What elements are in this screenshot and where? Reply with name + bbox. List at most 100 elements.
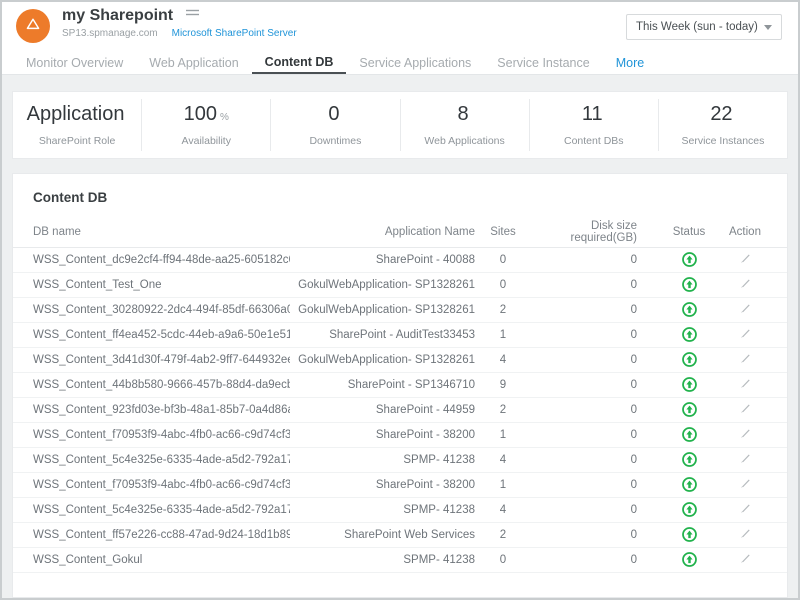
stat-sharepoint-role: Application SharePoint Role bbox=[13, 99, 141, 151]
edit-pencil-icon[interactable] bbox=[739, 302, 752, 315]
tab-monitor-overview[interactable]: Monitor Overview bbox=[13, 48, 136, 74]
sites-cell: 4 bbox=[475, 347, 531, 372]
disk-size-cell: 0 bbox=[531, 372, 661, 397]
action-cell bbox=[717, 472, 787, 497]
action-cell bbox=[717, 547, 787, 572]
table-row: WSS_Content_ff4ea452-5cdc-44eb-a9a6-50e1… bbox=[13, 322, 787, 347]
table-row: WSS_Content_5c4e325e-6335-4ade-a5d2-792a… bbox=[13, 447, 787, 472]
action-cell bbox=[717, 372, 787, 397]
stat-label: Downtimes bbox=[271, 135, 399, 147]
sites-cell: 9 bbox=[475, 372, 531, 397]
action-cell bbox=[717, 272, 787, 297]
table-row: WSS_Content_dc9e2cf4-ff94-48de-aa25-6051… bbox=[13, 247, 787, 272]
application-name-cell: SharePoint - SP1346710 bbox=[290, 372, 475, 397]
application-name-cell: GokulWebApplication- SP1328261 bbox=[290, 297, 475, 322]
disk-size-cell: 0 bbox=[531, 522, 661, 547]
status-up-icon bbox=[682, 327, 697, 342]
db-name-cell: WSS_Content_ff4ea452-5cdc-44eb-a9a6-50e1… bbox=[13, 322, 290, 347]
application-name-cell: SPMP- 41238 bbox=[290, 497, 475, 522]
status-up-icon bbox=[682, 352, 697, 367]
stat-value: 100% bbox=[142, 103, 270, 129]
edit-pencil-icon[interactable] bbox=[739, 452, 752, 465]
edit-pencil-icon[interactable] bbox=[739, 402, 752, 415]
table-row: WSS_Content_f70953f9-4abc-4fb0-ac66-c9d7… bbox=[13, 422, 787, 447]
stat-label: Content DBs bbox=[530, 135, 658, 147]
action-cell bbox=[717, 247, 787, 272]
status-cell bbox=[661, 522, 717, 547]
edit-pencil-icon[interactable] bbox=[739, 327, 752, 340]
status-cell bbox=[661, 497, 717, 522]
content-db-table: DB name Application Name Sites Disk size… bbox=[13, 217, 787, 573]
db-name-cell: WSS_Content_f70953f9-4abc-4fb0-ac66-c9d7… bbox=[13, 472, 290, 497]
stat-label: Service Instances bbox=[659, 135, 787, 147]
stat-value: 0 bbox=[271, 103, 399, 129]
application-name-cell: SharePoint Web Services bbox=[290, 522, 475, 547]
stat-availability: 100% Availability bbox=[141, 99, 270, 151]
tab-more[interactable]: More bbox=[603, 48, 657, 74]
monitor-host: SP13.spmanage.com bbox=[62, 28, 158, 39]
status-up-icon bbox=[682, 252, 697, 267]
sites-cell: 1 bbox=[475, 472, 531, 497]
application-name-cell: SharePoint - AuditTest33453 bbox=[290, 322, 475, 347]
sites-cell: 1 bbox=[475, 422, 531, 447]
sites-cell: 2 bbox=[475, 522, 531, 547]
action-cell bbox=[717, 297, 787, 322]
disk-size-cell: 0 bbox=[531, 322, 661, 347]
application-name-cell: SharePoint - 44959 bbox=[290, 397, 475, 422]
col-header-action: Action bbox=[717, 217, 787, 247]
edit-pencil-icon[interactable] bbox=[739, 552, 752, 565]
stat-content-dbs: 11 Content DBs bbox=[529, 99, 658, 151]
application-name-cell: SPMP- 41238 bbox=[290, 547, 475, 572]
time-range-dropdown[interactable]: This Week (sun - today) bbox=[626, 14, 782, 40]
stat-service-instances: 22 Service Instances bbox=[658, 99, 787, 151]
db-name-cell: WSS_Content_Gokul bbox=[13, 547, 290, 572]
action-cell bbox=[717, 347, 787, 372]
db-name-cell: WSS_Content_3d41d30f-479f-4ab2-9ff7-6449… bbox=[13, 347, 290, 372]
sites-cell: 1 bbox=[475, 322, 531, 347]
action-cell bbox=[717, 397, 787, 422]
disk-size-cell: 0 bbox=[531, 297, 661, 322]
app-window: my Sharepoint SP13.spmanage.comMicrosoft… bbox=[0, 0, 800, 600]
table-row: WSS_Content_30280922-2dc4-494f-85df-6630… bbox=[13, 297, 787, 322]
sites-cell: 0 bbox=[475, 272, 531, 297]
disk-size-cell: 0 bbox=[531, 447, 661, 472]
status-cell bbox=[661, 272, 717, 297]
status-up-icon bbox=[682, 552, 697, 567]
application-name-cell: SharePoint - 38200 bbox=[290, 422, 475, 447]
edit-pencil-icon[interactable] bbox=[739, 502, 752, 515]
content-db-panel: Content DB DB name Application Name Site… bbox=[12, 173, 788, 598]
disk-size-cell: 0 bbox=[531, 497, 661, 522]
stat-value: Application bbox=[13, 103, 141, 129]
col-header-application-name: Application Name bbox=[290, 217, 475, 247]
edit-pencil-icon[interactable] bbox=[739, 252, 752, 265]
tab-web-application[interactable]: Web Application bbox=[136, 48, 251, 74]
title-block: my Sharepoint SP13.spmanage.comMicrosoft… bbox=[62, 7, 297, 39]
edit-pencil-icon[interactable] bbox=[739, 377, 752, 390]
status-up-icon bbox=[682, 277, 697, 292]
edit-pencil-icon[interactable] bbox=[739, 527, 752, 540]
edit-pencil-icon[interactable] bbox=[739, 352, 752, 365]
status-cell bbox=[661, 472, 717, 497]
server-type-link[interactable]: Microsoft SharePoint Server bbox=[172, 28, 297, 39]
db-name-cell: WSS_Content_ff57e226-cc88-47ad-9d24-18d1… bbox=[13, 522, 290, 547]
tab-service-applications[interactable]: Service Applications bbox=[346, 48, 484, 74]
tab-content-db[interactable]: Content DB bbox=[252, 48, 347, 74]
db-name-cell: WSS_Content_5c4e325e-6335-4ade-a5d2-792a… bbox=[13, 447, 290, 472]
edit-pencil-icon[interactable] bbox=[739, 277, 752, 290]
stat-downtimes: 0 Downtimes bbox=[270, 99, 399, 151]
col-header-status: Status bbox=[661, 217, 717, 247]
action-cell bbox=[717, 522, 787, 547]
stat-label: Web Applications bbox=[401, 135, 529, 147]
db-name-cell: WSS_Content_dc9e2cf4-ff94-48de-aa25-6051… bbox=[13, 247, 290, 272]
application-name-cell: GokulWebApplication- SP1328261 bbox=[290, 272, 475, 297]
stat-value: 8 bbox=[401, 103, 529, 129]
menu-icon[interactable] bbox=[186, 7, 199, 25]
sites-cell: 2 bbox=[475, 297, 531, 322]
table-row: WSS_Content_3d41d30f-479f-4ab2-9ff7-6449… bbox=[13, 347, 787, 372]
stat-label: SharePoint Role bbox=[13, 135, 141, 147]
status-cell bbox=[661, 347, 717, 372]
tab-service-instance[interactable]: Service Instance bbox=[484, 48, 602, 74]
disk-size-cell: 0 bbox=[531, 347, 661, 372]
edit-pencil-icon[interactable] bbox=[739, 477, 752, 490]
edit-pencil-icon[interactable] bbox=[739, 427, 752, 440]
